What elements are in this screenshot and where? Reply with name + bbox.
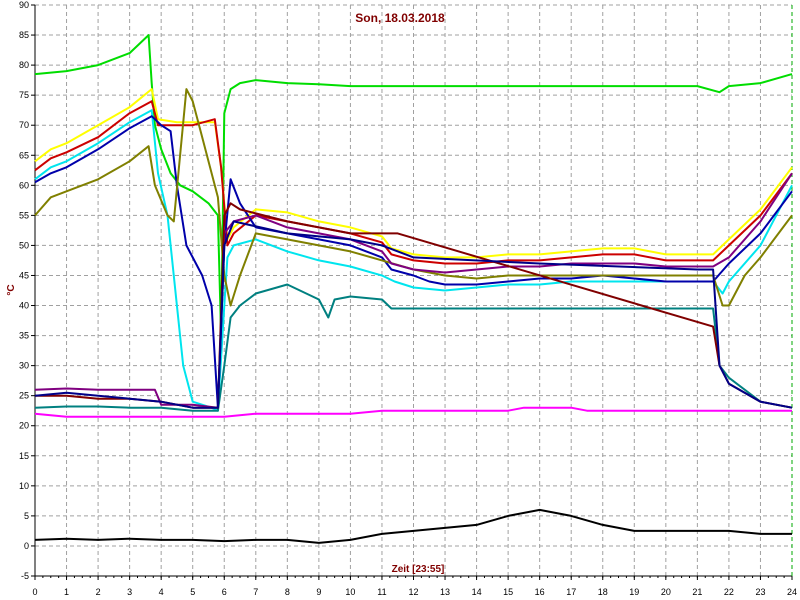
x-tick-label: 13 <box>440 587 450 597</box>
x-tick-label: 11 <box>377 587 386 597</box>
x-tick-label: 6 <box>222 587 227 597</box>
x-tick-label: 18 <box>598 587 608 597</box>
x-tick-label: 24 <box>787 587 797 597</box>
y-tick-label: 70 <box>19 120 29 130</box>
y-tick-label: 25 <box>19 391 29 401</box>
x-tick-label: 20 <box>661 587 671 597</box>
y-tick-label: 80 <box>19 60 29 70</box>
x-tick-label: 0 <box>32 587 37 597</box>
x-tick-label: 22 <box>724 587 734 597</box>
y-tick-label: 10 <box>19 481 29 491</box>
x-tick-label: 4 <box>159 587 164 597</box>
x-tick-label: 16 <box>535 587 545 597</box>
y-axis-label: °C <box>6 284 17 295</box>
x-tick-label: 9 <box>316 587 321 597</box>
x-tick-label: 5 <box>190 587 195 597</box>
y-tick-label: 50 <box>19 240 29 250</box>
x-tick-label: 12 <box>408 587 418 597</box>
y-tick-label: 65 <box>19 150 29 160</box>
y-tick-label: 60 <box>19 180 29 190</box>
y-tick-label: 90 <box>19 0 29 10</box>
y-tick-label: 85 <box>19 30 29 40</box>
y-tick-label: 45 <box>19 270 29 280</box>
x-tick-label: 14 <box>472 587 482 597</box>
chart-title: Son, 18.03.2018 <box>355 11 445 25</box>
y-tick-label: 0 <box>24 541 29 551</box>
y-tick-label: 5 <box>24 511 29 521</box>
y-tick-label: 75 <box>19 90 29 100</box>
y-tick-label: 35 <box>19 331 29 341</box>
x-tick-label: 3 <box>127 587 132 597</box>
y-tick-label: -5 <box>21 571 29 581</box>
y-tick-label: 20 <box>19 421 29 431</box>
y-tick-label: 55 <box>19 210 29 220</box>
x-tick-label: 19 <box>629 587 639 597</box>
chart-background <box>0 0 800 600</box>
y-tick-label: 30 <box>19 361 29 371</box>
y-tick-label: 40 <box>19 301 29 311</box>
chart-container: 0 1 2 3 4 5 6 7 8 9 10 11 12 13 14 15 16 17 18 19 20 21 22 23 24… <box>0 0 800 600</box>
chart-canvas: 0 1 2 3 4 5 6 7 8 9 10 11 12 13 14 15 16 17 18 19 20 21 22 23 24… <box>0 0 800 600</box>
y-tick-label: 15 <box>19 451 29 461</box>
x-tick-label: 2 <box>96 587 101 597</box>
x-tick-label: 23 <box>755 587 765 597</box>
x-tick-label: 1 <box>64 587 69 597</box>
x-tick-label: 21 <box>692 587 702 597</box>
x-tick-label: 10 <box>345 587 355 597</box>
x-tick-label: 17 <box>566 587 576 597</box>
x-tick-label: 15 <box>503 587 513 597</box>
x-axis-label: Zeit [23:55] <box>392 564 445 575</box>
x-tick-label: 8 <box>285 587 290 597</box>
x-tick-label: 7 <box>253 587 258 597</box>
